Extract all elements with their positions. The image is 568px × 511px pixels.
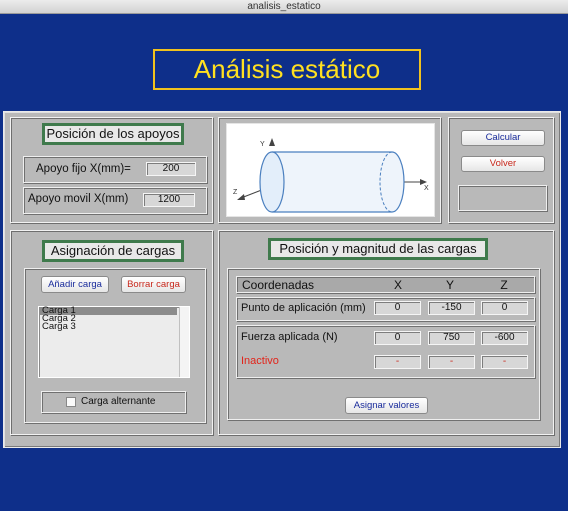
loads-listbox[interactable]: Carga 1 Carga 2 Carga 3	[38, 306, 190, 378]
assign-values-button[interactable]: Asignar valores	[345, 397, 428, 414]
applied-force-label: Fuerza aplicada (N)	[241, 331, 338, 343]
column-y-header: Y	[445, 278, 454, 292]
axis-x-label: X	[424, 185, 429, 192]
axis-y-label: Y	[260, 141, 265, 148]
back-button[interactable]: Volver	[461, 156, 545, 172]
alternate-load-label[interactable]: Carga alternante	[81, 396, 156, 407]
cylinder-icon: Y Z X	[233, 138, 429, 213]
inactive-status: Inactivo	[241, 355, 279, 367]
cylinder-diagram: Y Z X	[226, 123, 435, 217]
inactive-z-field: -	[481, 355, 528, 369]
fixed-support-label: Apoyo fijo X(mm)=	[36, 163, 131, 175]
movable-support-field[interactable]: 1200	[143, 193, 195, 207]
application-point-label: Punto de aplicación (mm)	[241, 302, 366, 314]
coordinates-header: Coordenadas	[242, 278, 315, 292]
application-x-field[interactable]: 0	[374, 301, 421, 315]
alternate-load-checkbox[interactable]	[66, 397, 76, 407]
window-title: analisis_estatico	[247, 1, 321, 12]
force-z-field[interactable]: -600	[481, 331, 528, 345]
inactive-y-field: -	[428, 355, 475, 369]
calculate-button[interactable]: Calcular	[461, 130, 545, 146]
application-y-field[interactable]: -150	[428, 301, 475, 315]
window-titlebar: analisis_estatico	[0, 0, 568, 14]
movable-support-label: Apoyo movil X(mm)	[28, 193, 129, 205]
list-item[interactable]: Carga 3	[39, 322, 189, 332]
magnitude-heading: Posición y magnitud de las cargas	[268, 238, 488, 260]
force-y-field[interactable]: 750	[428, 331, 475, 345]
inactive-x-field: -	[374, 355, 421, 369]
axis-z-label: Z	[233, 189, 238, 196]
column-z-header: Z	[500, 278, 508, 292]
result-area	[458, 185, 547, 211]
supports-heading: Posición de los apoyos	[42, 123, 184, 145]
list-scrollbar[interactable]	[179, 307, 189, 377]
application-z-field[interactable]: 0	[481, 301, 528, 315]
add-load-button[interactable]: Añadir carga	[41, 276, 109, 293]
fixed-support-field[interactable]: 200	[146, 162, 196, 176]
loads-heading: Asignación de cargas	[42, 240, 184, 262]
column-x-header: X	[393, 278, 402, 292]
page-title: Análisis estático	[153, 49, 421, 90]
force-x-field[interactable]: 0	[374, 331, 421, 345]
delete-load-button[interactable]: Borrar carga	[121, 276, 186, 293]
